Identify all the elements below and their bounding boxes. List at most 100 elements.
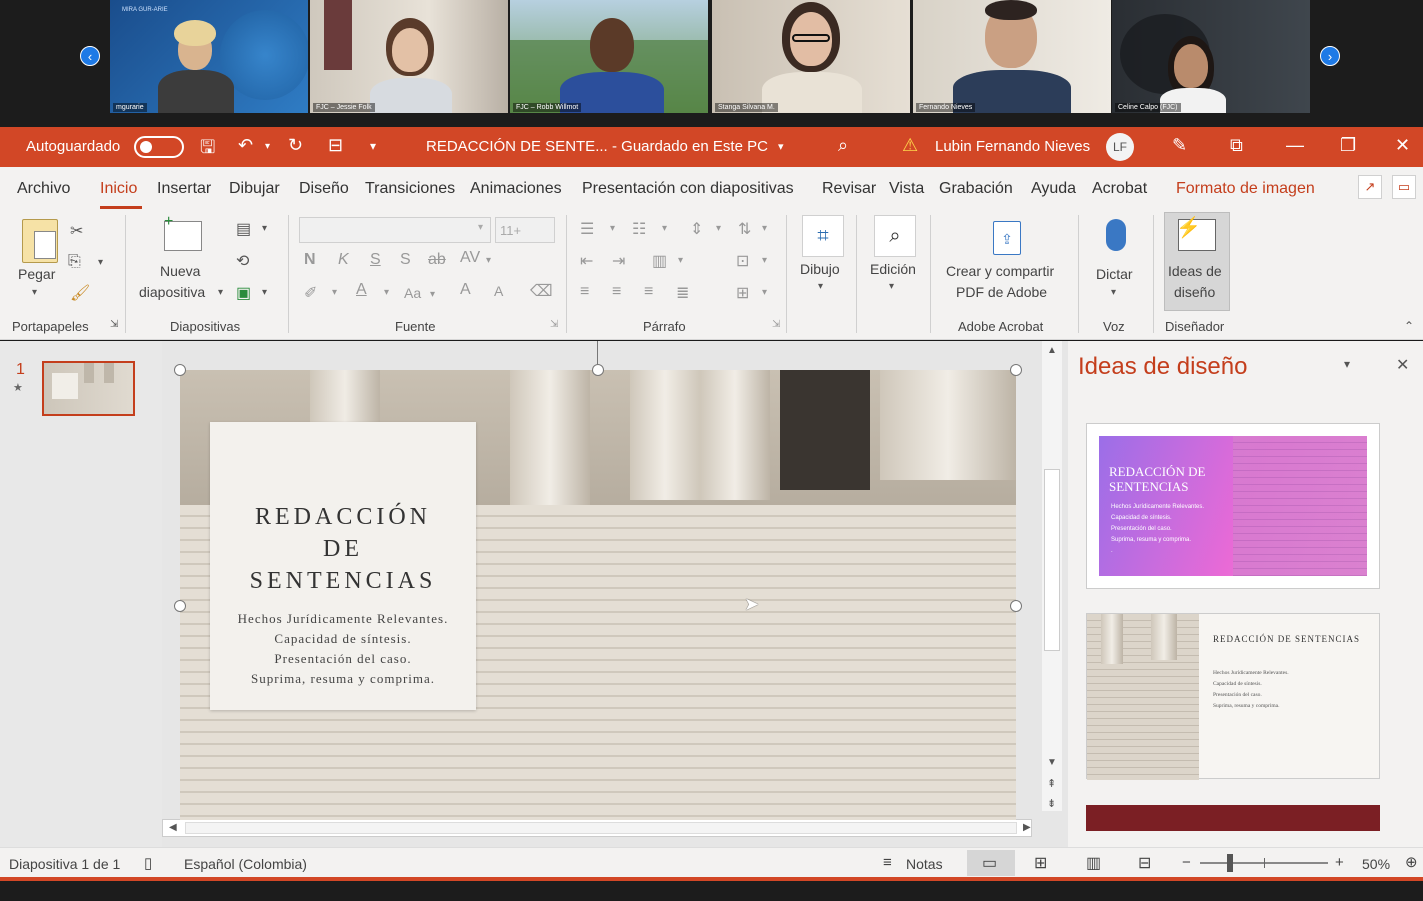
tab-animaciones[interactable]: Animaciones [470, 180, 562, 198]
reading-view-icon[interactable]: ▥ [1086, 853, 1101, 873]
tab-revisar[interactable]: Revisar [822, 180, 876, 198]
close-pane-icon[interactable]: ✕ [1396, 355, 1409, 375]
horizontal-scroll-thumb[interactable] [185, 822, 1017, 834]
pane-options-icon[interactable]: ▾ [1344, 357, 1350, 371]
video-tile[interactable]: FJC – Jessie Folk [310, 0, 508, 113]
editing-dropdown-icon[interactable]: ▾ [889, 281, 894, 292]
editing-icon[interactable]: ⌕ [874, 215, 916, 257]
design-ideas-label-2[interactable]: diseño [1174, 284, 1215, 300]
clipboard-launcher-icon[interactable]: ⇲ [110, 319, 118, 330]
horizontal-scrollbar[interactable]: ◀ ▶ [162, 819, 1032, 837]
design-idea-1[interactable]: REDACCIÓN DE SENTENCIAS Hechos Jurídicam… [1086, 423, 1380, 589]
tab-acrobat[interactable]: Acrobat [1092, 180, 1147, 198]
slide-canvas[interactable]: REDACCIÓN DE SENTENCIAS Hechos Jurídicam… [180, 370, 1016, 820]
design-ideas-label-1[interactable]: Ideas de [1168, 263, 1222, 279]
customize-toolbar-icon[interactable]: ▾ [370, 139, 376, 153]
design-idea-2[interactable]: REDACCIÓN DE SENTENCIAS Hechos Jurídicam… [1086, 613, 1380, 780]
character-spacing-button[interactable]: AV [460, 249, 480, 267]
vertical-scroll-thumb[interactable] [1044, 469, 1060, 651]
paragraph-launcher-icon[interactable]: ⇲ [772, 319, 780, 330]
smartart-icon[interactable]: ⊞ [736, 283, 749, 303]
prev-participants-button[interactable]: ‹ [80, 46, 100, 66]
section-icon[interactable]: ▣ [236, 283, 251, 303]
slide-thumbnail[interactable] [42, 361, 135, 416]
sort-dropdown-icon[interactable]: ▾ [762, 223, 767, 234]
resize-handle[interactable] [1010, 600, 1022, 612]
user-name[interactable]: Lubin Fernando Nieves [935, 138, 1090, 155]
video-tile[interactable]: MIRA GUR-ARIE mgurarie [110, 0, 308, 113]
drawing-icon[interactable]: ⌗ [802, 215, 844, 257]
line-spacing-dropdown-icon[interactable]: ▾ [716, 223, 721, 234]
document-title[interactable]: REDACCIÓN DE SENTE... [426, 138, 608, 155]
tab-diseno[interactable]: Diseño [299, 180, 349, 198]
bullets-dropdown-icon[interactable]: ▾ [610, 223, 615, 234]
numbering-dropdown-icon[interactable]: ▾ [662, 223, 667, 234]
slide-sorter-icon[interactable]: ⊞ [1034, 853, 1047, 873]
resize-handle[interactable] [174, 600, 186, 612]
sort-icon[interactable]: ⇅ [738, 219, 751, 239]
columns-icon[interactable]: ▥ [652, 251, 667, 271]
text-direction-dropdown-icon[interactable]: ▾ [762, 255, 767, 266]
text-direction-icon[interactable]: ⊡ [736, 251, 749, 271]
avatar[interactable]: LF [1106, 133, 1134, 161]
slideshow-icon[interactable]: ⊟ [1138, 853, 1151, 873]
reset-icon[interactable]: ⟲ [236, 251, 249, 271]
new-slide-dropdown-icon[interactable]: ▾ [218, 287, 223, 298]
underline-button[interactable]: S [370, 251, 381, 269]
align-left-icon[interactable]: ≡ [580, 283, 589, 301]
redo-icon[interactable]: ↻ [288, 135, 303, 156]
close-icon[interactable]: ✕ [1395, 135, 1410, 156]
align-right-icon[interactable]: ≡ [644, 283, 653, 301]
layout-icon[interactable]: ▤ [236, 219, 251, 239]
decrease-indent-icon[interactable]: ⇤ [580, 251, 593, 271]
fit-to-window-icon[interactable]: ⊕ [1405, 853, 1418, 871]
grow-font-button[interactable]: A [460, 281, 471, 299]
columns-dropdown-icon[interactable]: ▾ [678, 255, 683, 266]
tab-ayuda[interactable]: Ayuda [1031, 180, 1076, 198]
acrobat-label-2[interactable]: PDF de Adobe [956, 284, 1047, 300]
next-participants-button[interactable]: › [1320, 46, 1340, 66]
microphone-icon[interactable] [1106, 219, 1126, 251]
shadow-button[interactable]: S [400, 251, 411, 269]
save-icon[interactable]: 🖫 [200, 135, 215, 165]
minimize-icon[interactable]: — [1286, 135, 1304, 156]
tab-insertar[interactable]: Insertar [157, 180, 211, 198]
smartart-dropdown-icon[interactable]: ▾ [762, 287, 767, 298]
italic-button[interactable]: K [338, 251, 349, 269]
tab-transiciones[interactable]: Transiciones [365, 180, 455, 198]
design-idea-3[interactable] [1086, 805, 1380, 831]
save-status[interactable]: - Guardado en Este PC [612, 138, 768, 155]
new-slide-label-2[interactable]: diapositiva [139, 284, 205, 300]
tab-archivo[interactable]: Archivo [17, 180, 70, 198]
numbering-icon[interactable]: ☷ [632, 219, 646, 239]
dictate-dropdown-icon[interactable]: ▾ [1111, 287, 1116, 298]
line-spacing-icon[interactable]: ⇕ [690, 219, 703, 239]
paste-button[interactable]: Pegar [18, 266, 55, 282]
zoom-out-icon[interactable]: − [1182, 854, 1191, 871]
resize-handle[interactable] [592, 364, 604, 376]
bullets-icon[interactable]: ☰ [580, 219, 594, 239]
undo-dropdown-icon[interactable]: ▾ [265, 141, 270, 152]
previous-slide-icon[interactable]: ⇞ [1047, 777, 1056, 790]
undo-icon[interactable]: ↶ [238, 135, 253, 156]
video-tile[interactable]: Stanga Silvana M. [712, 0, 910, 113]
video-tile[interactable]: FJC – Robb Willmot [510, 0, 708, 113]
notes-button[interactable]: Notas [906, 856, 943, 872]
accessibility-icon[interactable]: ▯ [144, 854, 152, 872]
search-icon[interactable]: ⌕ [838, 135, 848, 156]
cut-icon[interactable]: ✂ [70, 221, 83, 241]
language-status[interactable]: Español (Colombia) [184, 856, 307, 872]
clear-formatting-icon[interactable]: ⌫ [530, 281, 553, 301]
paste-dropdown-icon[interactable]: ▾ [32, 287, 37, 298]
share-icon[interactable]: ↗ [1358, 175, 1382, 199]
copy-dropdown-icon[interactable]: ▾ [98, 257, 103, 268]
scroll-left-icon[interactable]: ◀ [169, 822, 177, 833]
section-dropdown-icon[interactable]: ▾ [262, 287, 267, 298]
highlight-icon[interactable]: ✐ [304, 283, 317, 303]
zoom-slider-thumb[interactable] [1227, 854, 1233, 872]
title-text-card[interactable]: REDACCIÓN DE SENTENCIAS Hechos Jurídicam… [210, 422, 476, 710]
ribbon-display-icon[interactable]: ⧉ [1230, 135, 1243, 156]
resize-handle[interactable] [1010, 364, 1022, 376]
tab-inicio[interactable]: Inicio [100, 180, 137, 198]
comments-icon[interactable]: ▭ [1392, 175, 1416, 199]
